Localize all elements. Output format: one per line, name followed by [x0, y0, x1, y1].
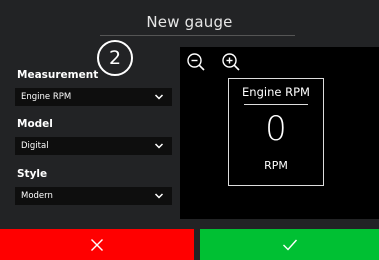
model-label: Model — [17, 118, 53, 130]
gauge-unit: RPM — [264, 159, 288, 172]
zoom-out-icon[interactable] — [186, 52, 206, 72]
model-select[interactable]: Digital — [15, 137, 172, 155]
cancel-button[interactable] — [0, 229, 194, 260]
zoom-in-icon[interactable] — [221, 52, 241, 72]
chevron-down-icon — [154, 143, 164, 149]
chevron-down-icon — [154, 94, 164, 100]
check-icon — [282, 239, 297, 251]
step-badge: 2 — [97, 40, 133, 76]
style-value: Modern — [21, 191, 53, 201]
measurement-value: Engine RPM — [21, 92, 72, 102]
measurement-select[interactable]: Engine RPM — [15, 88, 172, 106]
gauge-card: Engine RPM 0 RPM — [228, 78, 324, 186]
style-select[interactable]: Modern — [15, 187, 172, 205]
style-label: Style — [17, 168, 48, 180]
chevron-down-icon — [154, 193, 164, 199]
dialog-title: New gauge — [146, 13, 233, 31]
model-value: Digital — [21, 141, 49, 151]
confirm-button[interactable] — [200, 229, 379, 260]
measurement-label: Measurement — [17, 69, 99, 81]
gauge-title: Engine RPM — [242, 85, 310, 99]
gauge-preview-panel: Engine RPM 0 RPM — [180, 47, 379, 219]
gauge-divider — [244, 104, 308, 105]
close-icon — [91, 238, 103, 251]
gauge-value: 0 — [265, 109, 287, 149]
title-divider — [100, 35, 295, 36]
